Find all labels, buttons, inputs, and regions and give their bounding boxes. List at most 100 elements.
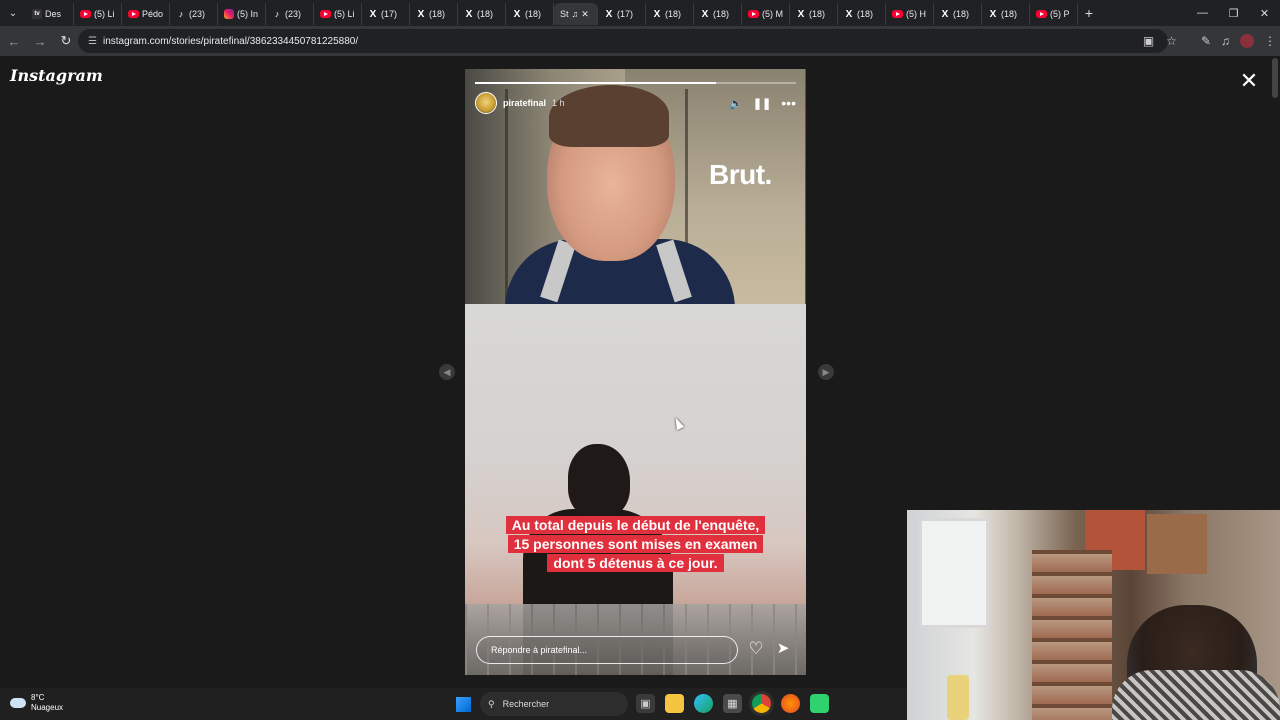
tab-label: (18) [525,9,542,19]
browser-tab[interactable]: X (18) [790,3,838,25]
obs-app-icon[interactable] [810,694,829,713]
windows-taskbar: 8°C Nuageux ⚲ Rechercher ▣ ▦ [0,688,907,720]
taskbar-search[interactable]: ⚲ Rechercher [480,692,628,716]
story-progress-fill [475,82,716,84]
share-send-icon[interactable]: ➤ [773,639,793,659]
browser-tab[interactable]: St ♫ ✕ [554,3,598,25]
x-icon: X [941,8,949,20]
browser-tab[interactable]: X (18) [506,3,554,25]
browser-tab[interactable]: X (17) [598,3,646,25]
tab-close-icon[interactable]: ✕ [581,9,589,20]
tab-label: (23) [285,9,302,19]
volume-icon[interactable]: 🔈 [729,97,743,110]
minimize-icon[interactable]: — [1187,0,1218,26]
browser-tab[interactable]: X (18) [410,3,458,25]
instagram-logo[interactable]: Instagram [10,66,103,85]
story-viewer[interactable]: Brut. Au total depuis le début de l'enqu… [465,69,806,675]
pause-icon[interactable]: ❚❚ [753,97,771,110]
restore-icon[interactable]: ❐ [1218,0,1249,26]
x-icon: X [653,8,661,20]
bottle [947,675,969,720]
browser-tab[interactable]: ♪ (23) [170,3,218,25]
youtube-icon [80,10,91,18]
browser-tab[interactable]: (5) P [1030,3,1078,25]
more-options-icon[interactable]: ••• [781,95,796,111]
like-heart-icon[interactable]: ♡ [746,639,766,659]
browser-tab[interactable]: Pédo [122,3,170,25]
x-icon: X [465,8,473,20]
window-close-icon[interactable]: ✕ [1249,0,1280,26]
browser-tab[interactable]: (5) Li [74,3,122,25]
tab-label: (18) [665,9,682,19]
browser-tab[interactable]: (5) H [886,3,934,25]
address-bar[interactable]: ☰ instagram.com/stories/piratefinal/3862… [78,29,1168,53]
new-tab-icon[interactable]: + [1078,5,1100,21]
browser-tab[interactable]: tv Des [26,3,74,25]
next-story-icon[interactable]: ▶ [818,364,834,380]
user-avatar[interactable] [475,92,497,114]
weather-widget[interactable]: 8°C Nuageux [10,693,63,713]
screen: ⌄ tv Des (5) Li Pédo ♪ (23) (5) In ♪ (23) (5) Li X… [0,0,1280,720]
menu-kebab-icon[interactable]: ⋮ [1264,34,1276,48]
tab-label: (5) Li [334,9,355,19]
tabs: tv Des (5) Li Pédo ♪ (23) (5) In ♪ (23) (5) Li X (1… [26,0,1078,26]
youtube-icon [320,10,331,18]
tab-search-icon[interactable]: ⌄ [0,0,26,26]
browser-tab[interactable]: (5) In [218,3,266,25]
person-head [568,444,630,518]
browser-tab[interactable]: X (18) [458,3,506,25]
cloud-icon [10,698,26,708]
scrollbar[interactable] [1272,58,1278,98]
x-icon: X [513,8,521,20]
username[interactable]: piratefinal [503,98,546,108]
tab-audio-icon[interactable]: ♫ [572,9,579,19]
store-icon[interactable]: ▦ [723,694,742,713]
windows-start-icon[interactable] [456,697,471,712]
window-frame [505,89,508,304]
chrome-icon[interactable] [752,694,771,713]
browser-tab[interactable]: X (18) [934,3,982,25]
back-icon[interactable]: ← [2,29,26,53]
caption-text: Au total depuis le début de l'enquête, 1… [505,516,766,572]
reply-input[interactable]: Répondre à piratefinal... [476,636,738,664]
task-view-icon[interactable]: ▣ [636,694,655,713]
browser-tab[interactable]: (5) M [742,3,790,25]
install-app-icon[interactable]: ▣ [1143,34,1154,48]
browser-tab[interactable]: X (18) [982,3,1030,25]
youtube-icon [892,10,903,18]
tab-label: (18) [809,9,826,19]
x-icon: X [845,8,853,20]
tab-label: (18) [1001,9,1018,19]
profile-avatar[interactable] [1240,34,1254,48]
file-explorer-icon[interactable] [665,694,684,713]
reload-icon[interactable]: ↻ [54,29,78,53]
tab-label: (5) Li [94,9,115,19]
story-progress-bar [475,82,796,84]
browser-tab[interactable]: X (17) [362,3,410,25]
tiktok-icon: ♪ [178,9,184,19]
bookmark-star-icon[interactable]: ☆ [1166,34,1177,48]
browser-tab[interactable]: X (18) [838,3,886,25]
forward-icon[interactable]: → [28,29,52,53]
wall-poster [1147,514,1207,574]
tab-label: (5) In [237,9,259,19]
tab-label: St [560,9,569,19]
browser-tab[interactable]: X (18) [646,3,694,25]
extensions-icon[interactable]: ✎ [1201,34,1211,48]
close-story-icon[interactable]: ✕ [1238,70,1260,92]
browser-tab[interactable]: ♪ (23) [266,3,314,25]
previous-story-icon[interactable]: ◀ [439,364,455,380]
browser-toolbar: ← → ↻ ☰ instagram.com/stories/piratefina… [0,26,1280,56]
browser-tab[interactable]: (5) Li [314,3,362,25]
tab-label: Des [45,9,62,19]
browser-tab[interactable]: X (18) [694,3,742,25]
media-icon[interactable]: ♫ [1221,34,1230,48]
taskbar-apps: ▣ ▦ [636,694,829,713]
youtube-icon [1036,10,1047,18]
x-icon: X [989,8,997,20]
firefox-icon[interactable] [781,694,800,713]
tab-label: (23) [189,9,206,19]
search-icon: ⚲ [488,698,495,709]
edge-icon[interactable] [694,694,713,713]
site-info-icon[interactable]: ☰ [88,36,97,47]
